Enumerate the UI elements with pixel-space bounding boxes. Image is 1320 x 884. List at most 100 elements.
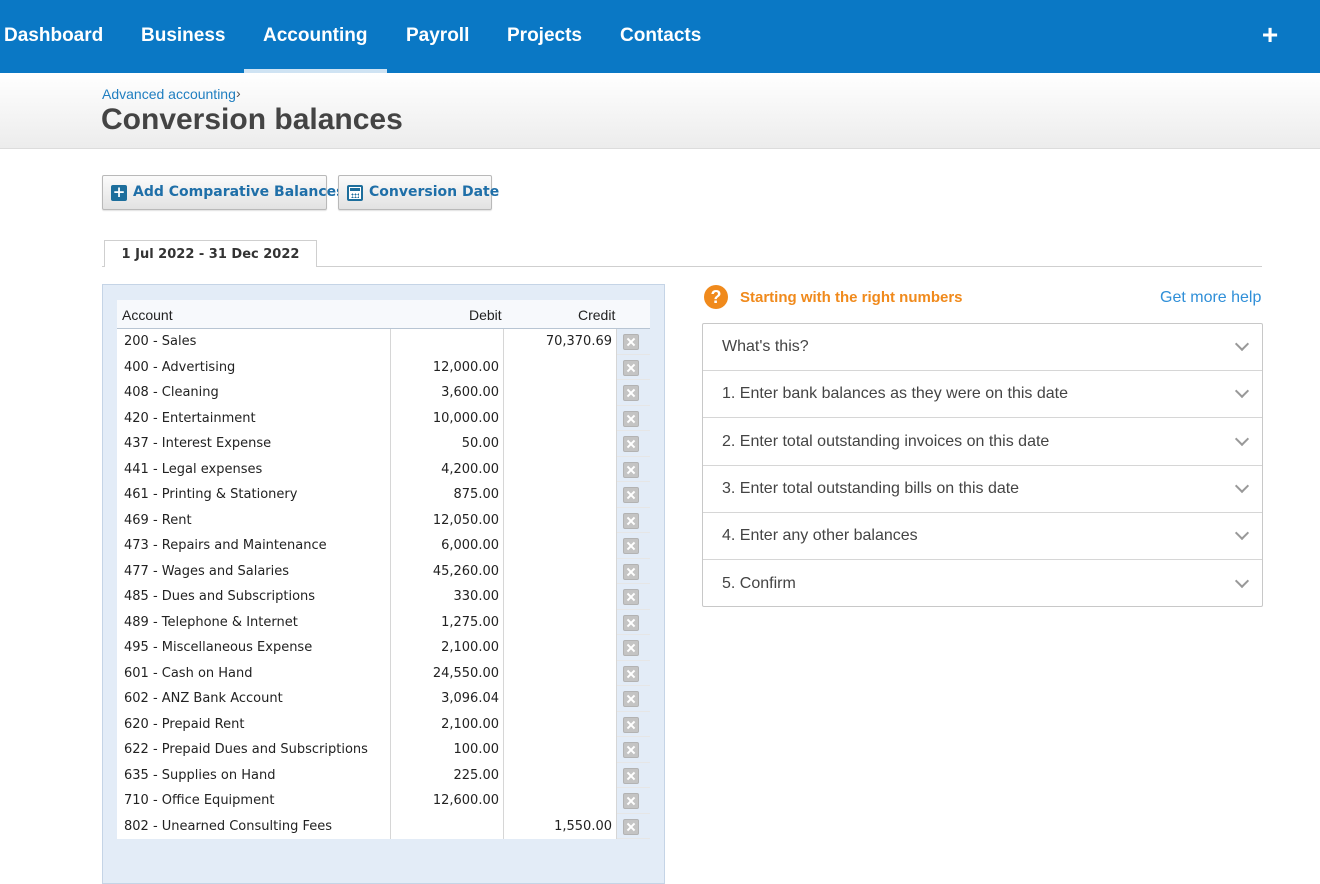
credit-input[interactable] [504,635,617,661]
credit-input[interactable]: 1,550.00 [504,813,617,839]
credit-input[interactable] [504,788,617,814]
credit-input[interactable] [504,737,617,763]
account-cell[interactable]: 602 - ANZ Bank Account [117,686,391,712]
account-cell[interactable]: 400 - Advertising [117,354,391,380]
debit-input[interactable]: 2,100.00 [391,635,504,661]
nav-item-dashboard[interactable]: Dashboard [4,0,103,73]
delete-row-icon[interactable] [623,691,639,707]
credit-input[interactable] [504,533,617,559]
delete-row-icon[interactable] [623,640,639,656]
debit-input[interactable]: 3,600.00 [391,380,504,406]
add-new-plus-icon[interactable]: + [1257,20,1283,50]
nav-item-accounting[interactable]: Accounting [244,0,386,73]
account-cell[interactable]: 489 - Telephone & Internet [117,609,391,635]
debit-input[interactable]: 330.00 [391,584,504,610]
credit-input[interactable] [504,558,617,584]
delete-row-icon[interactable] [623,818,639,835]
account-cell[interactable]: 408 - Cleaning [117,380,391,406]
nav-item-business[interactable]: Business [141,0,225,73]
debit-input[interactable]: 2,100.00 [391,711,504,737]
credit-input[interactable] [504,711,617,737]
breadcrumb-advanced-accounting[interactable]: Advanced accounting [102,86,236,102]
question-icon: ? [704,285,728,309]
debit-input[interactable]: 6,000.00 [391,533,504,559]
add-comparative-balances-button[interactable]: + Add Comparative Balances [102,175,345,210]
delete-row-icon[interactable] [623,385,639,401]
delete-row-icon[interactable] [623,767,639,784]
account-cell[interactable]: 469 - Rent [117,507,391,533]
credit-input[interactable] [504,431,617,457]
accordion-item-outstanding-bills[interactable]: 3. Enter total outstanding bills on this… [703,466,1262,513]
account-cell[interactable]: 622 - Prepaid Dues and Subscriptions [117,737,391,763]
nav-item-projects[interactable]: Projects [507,0,582,73]
delete-row-icon[interactable] [623,359,639,376]
credit-input[interactable] [504,456,617,482]
tab-period[interactable]: 1 Jul 2022 - 31 Dec 2022 [104,240,317,267]
delete-row-icon[interactable] [623,487,639,503]
credit-input[interactable] [504,507,617,533]
credit-input[interactable] [504,584,617,610]
accordion-item-outstanding-invoices[interactable]: 2. Enter total outstanding invoices on t… [703,419,1262,466]
credit-input[interactable] [504,354,617,380]
debit-input[interactable]: 875.00 [391,482,504,508]
delete-row-icon[interactable] [623,538,639,554]
credit-input[interactable] [504,660,617,686]
account-cell[interactable]: 495 - Miscellaneous Expense [117,635,391,661]
accordion-item-bank-balances[interactable]: 1. Enter bank balances as they were on t… [703,371,1262,419]
account-cell[interactable]: 710 - Office Equipment [117,788,391,814]
account-cell[interactable]: 441 - Legal expenses [117,456,391,482]
account-cell[interactable]: 635 - Supplies on Hand [117,762,391,788]
debit-input[interactable] [391,813,504,839]
accordion-item-whats-this[interactable]: What's this? [703,324,1262,371]
account-cell[interactable]: 620 - Prepaid Rent [117,711,391,737]
debit-input[interactable]: 225.00 [391,762,504,788]
accordion-item-confirm[interactable]: 5. Confirm [703,561,1262,608]
debit-input[interactable]: 24,550.00 [391,660,504,686]
account-cell[interactable]: 437 - Interest Expense [117,431,391,457]
nav-item-contacts[interactable]: Contacts [620,0,701,73]
debit-input[interactable]: 50.00 [391,431,504,457]
debit-input[interactable]: 4,200.00 [391,456,504,482]
debit-input[interactable]: 3,096.04 [391,686,504,712]
account-cell[interactable]: 477 - Wages and Salaries [117,558,391,584]
account-cell[interactable]: 802 - Unearned Consulting Fees [117,813,391,839]
nav-item-payroll[interactable]: Payroll [406,0,469,73]
delete-row-icon[interactable] [623,461,639,478]
debit-input[interactable]: 10,000.00 [391,405,504,431]
account-cell[interactable]: 420 - Entertainment [117,405,391,431]
get-more-help-link[interactable]: Get more help [1160,289,1261,307]
delete-row-icon[interactable] [623,436,639,452]
delete-row-icon[interactable] [623,410,639,427]
credit-input[interactable] [504,609,617,635]
table-row: 473 - Repairs and Maintenance 6,000.00 [117,533,650,559]
delete-row-icon[interactable] [623,742,639,758]
debit-input[interactable]: 12,050.00 [391,507,504,533]
delete-row-icon[interactable] [623,512,639,529]
debit-input[interactable]: 12,000.00 [391,354,504,380]
accordion-item-other-balances[interactable]: 4. Enter any other balances [703,513,1262,561]
conversion-date-button[interactable]: Conversion Date [338,175,499,210]
debit-input[interactable]: 45,260.00 [391,558,504,584]
credit-input[interactable] [504,762,617,788]
credit-input[interactable] [504,405,617,431]
credit-input[interactable]: 70,370.69 [504,329,617,355]
debit-input[interactable]: 12,600.00 [391,788,504,814]
delete-row-icon[interactable] [623,563,639,580]
account-cell[interactable]: 485 - Dues and Subscriptions [117,584,391,610]
delete-row-icon[interactable] [623,716,639,733]
account-cell[interactable]: 601 - Cash on Hand [117,660,391,686]
debit-input[interactable] [391,329,504,355]
delete-row-icon[interactable] [623,793,639,809]
delete-row-icon[interactable] [623,589,639,605]
account-cell[interactable]: 461 - Printing & Stationery [117,482,391,508]
delete-row-icon[interactable] [623,665,639,682]
account-cell[interactable]: 200 - Sales [117,329,391,355]
delete-row-icon[interactable] [623,334,639,350]
credit-input[interactable] [504,482,617,508]
credit-input[interactable] [504,686,617,712]
account-cell[interactable]: 473 - Repairs and Maintenance [117,533,391,559]
debit-input[interactable]: 100.00 [391,737,504,763]
debit-input[interactable]: 1,275.00 [391,609,504,635]
delete-row-icon[interactable] [623,614,639,631]
credit-input[interactable] [504,380,617,406]
